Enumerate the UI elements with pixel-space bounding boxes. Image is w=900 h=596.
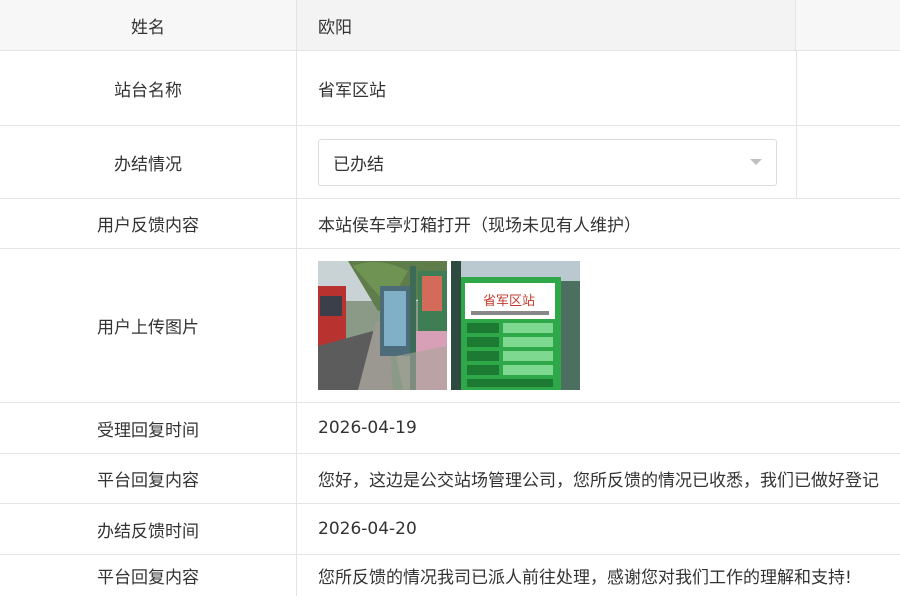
station-label: 站台名称 bbox=[0, 51, 297, 125]
feedback-value: 本站侯车亭灯箱打开（现场未见有人维护） bbox=[318, 216, 641, 236]
name-label: 姓名 bbox=[0, 0, 297, 50]
station-value: 省军区站 bbox=[318, 80, 386, 101]
row-reply-1: 平台回复内容 您好，这边是公交站场管理公司，您所反馈的情况已收悉，我们已做好登记 bbox=[0, 454, 900, 504]
status-select-value: 已办结 bbox=[333, 155, 384, 175]
column-divider bbox=[796, 51, 797, 125]
name-value: 欧阳 bbox=[297, 0, 796, 50]
finish-time-label: 办结反馈时间 bbox=[0, 504, 297, 554]
photo-sign-text: 省军区站 bbox=[483, 294, 535, 309]
uploaded-photo-2[interactable]: 省军区站 bbox=[451, 261, 580, 390]
status-label: 办结情况 bbox=[0, 126, 297, 198]
images-label: 用户上传图片 bbox=[0, 249, 297, 402]
row-accept-time: 受理回复时间 2026-04-19 bbox=[0, 403, 900, 454]
reply-2-value: 您所反馈的情况我司已派人前往处理，感谢您对我们工作的理解和支持! bbox=[318, 568, 852, 588]
feedback-label: 用户反馈内容 bbox=[0, 199, 297, 248]
reply-1-value: 您好，这边是公交站场管理公司，您所反馈的情况已收悉，我们已做好登记 bbox=[318, 471, 879, 491]
row-finish-time: 办结反馈时间 2026-04-20 bbox=[0, 504, 900, 555]
uploaded-photo-1[interactable] bbox=[318, 261, 447, 390]
row-station: 站台名称 省军区站 bbox=[0, 51, 900, 126]
detail-table: 姓名 欧阳 站台名称 省军区站 办结情况 已办结 用户反馈内容 本站侯车亭灯箱打… bbox=[0, 0, 900, 596]
reply-2-label: 平台回复内容 bbox=[0, 555, 297, 596]
row-name: 姓名 欧阳 bbox=[0, 0, 900, 51]
row-reply-2: 平台回复内容 您所反馈的情况我司已派人前往处理，感谢您对我们工作的理解和支持! bbox=[0, 555, 900, 596]
column-divider bbox=[796, 126, 797, 198]
row-images: 用户上传图片 省军区站 bbox=[0, 249, 900, 403]
status-select[interactable]: 已办结 bbox=[318, 139, 777, 186]
accept-time-value: 2026-04-19 bbox=[318, 418, 417, 438]
row-status: 办结情况 已办结 bbox=[0, 126, 900, 199]
row-feedback: 用户反馈内容 本站侯车亭灯箱打开（现场未见有人维护） bbox=[0, 199, 900, 249]
accept-time-label: 受理回复时间 bbox=[0, 403, 297, 453]
reply-1-label: 平台回复内容 bbox=[0, 454, 297, 503]
finish-time-value: 2026-04-20 bbox=[318, 519, 417, 539]
chevron-down-icon bbox=[750, 159, 762, 165]
